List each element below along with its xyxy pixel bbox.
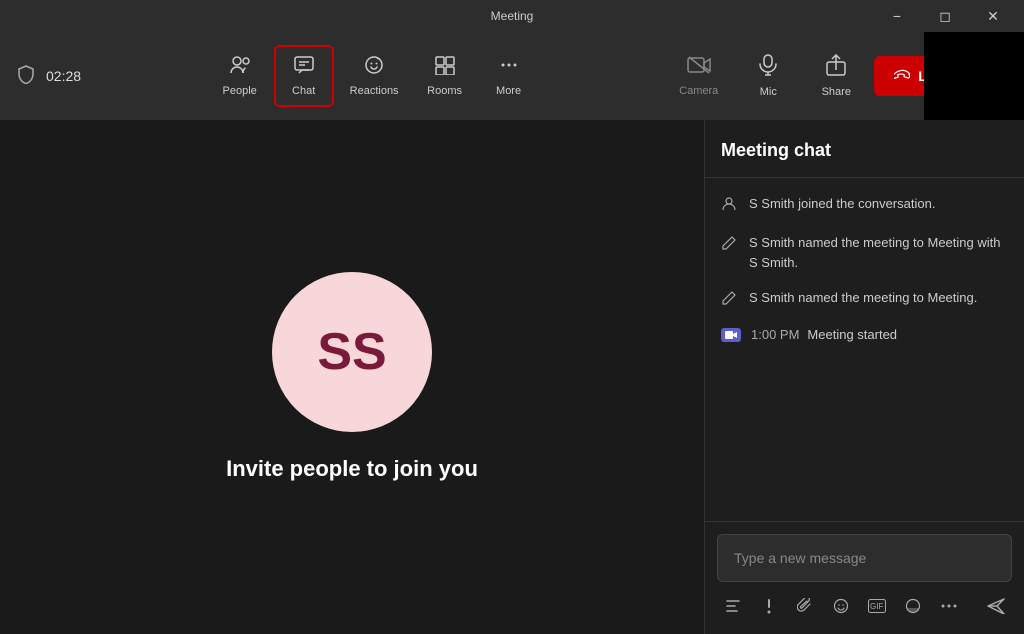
- title-bar: Meeting − ◻ ✕: [0, 0, 1024, 32]
- maximize-button[interactable]: ◻: [922, 0, 968, 32]
- chat-event-rename2: S Smith named the meeting to Meeting.: [721, 288, 1008, 311]
- pencil-icon-1: [721, 235, 737, 256]
- nav-rooms[interactable]: Rooms: [415, 47, 475, 105]
- share-label: Share: [822, 86, 851, 98]
- nav-chat[interactable]: Chat: [274, 45, 334, 107]
- format-text-button[interactable]: [717, 590, 749, 622]
- camera-button[interactable]: Camera: [667, 47, 730, 105]
- rename1-message: S Smith named the meeting to Meeting wit…: [749, 233, 1008, 272]
- people-icon: [229, 55, 251, 81]
- person-icon: [721, 196, 737, 217]
- nav-people[interactable]: People: [210, 47, 270, 105]
- pencil-icon-2: [721, 290, 737, 311]
- invite-text: Invite people to join you: [226, 456, 478, 482]
- mic-label: Mic: [760, 86, 777, 98]
- important-button[interactable]: [753, 590, 785, 622]
- attach-button[interactable]: [789, 590, 821, 622]
- reactions-icon: [363, 55, 385, 81]
- gif-button[interactable]: GIF: [861, 590, 893, 622]
- people-label: People: [223, 85, 257, 97]
- close-button[interactable]: ✕: [970, 0, 1016, 32]
- join-message: S Smith joined the conversation.: [749, 194, 935, 214]
- emoji-button[interactable]: [825, 590, 857, 622]
- chat-event-join: S Smith joined the conversation.: [721, 194, 1008, 217]
- camera-icon: [687, 55, 711, 81]
- toolbar-icon-group: GIF: [717, 590, 965, 622]
- input-toolbar: GIF: [717, 582, 1012, 622]
- meeting-started-text: 1:00 PM Meeting started: [751, 327, 897, 342]
- chat-panel: Meeting chat S Smith joined the conversa…: [704, 120, 1024, 634]
- sticker-button[interactable]: [897, 590, 929, 622]
- share-icon: [826, 54, 846, 82]
- mic-button[interactable]: Mic: [738, 46, 798, 106]
- timer-display: 02:28: [46, 68, 81, 84]
- toolbar: 02:28 People: [0, 32, 1024, 120]
- chat-event-started: 1:00 PM Meeting started: [721, 327, 1008, 342]
- meeting-time: 1:00 PM: [751, 327, 799, 342]
- svg-text:GIF: GIF: [870, 602, 883, 611]
- rooms-icon: [434, 55, 456, 81]
- nav-more[interactable]: More: [479, 47, 539, 105]
- shield-icon: [16, 64, 36, 89]
- avatar-initials: SS: [317, 322, 386, 382]
- chat-icon: [293, 55, 315, 81]
- timer-section: 02:28: [16, 64, 81, 89]
- black-video-area: [924, 32, 1024, 120]
- send-button[interactable]: [980, 590, 1012, 622]
- more-icon: [498, 55, 520, 81]
- mic-icon: [759, 54, 777, 82]
- rename2-message: S Smith named the meeting to Meeting.: [749, 288, 977, 308]
- chat-title: Meeting chat: [721, 140, 1008, 161]
- reactions-label: Reactions: [350, 85, 399, 97]
- more-options-button[interactable]: [933, 590, 965, 622]
- video-area: SS Invite people to join you: [0, 120, 704, 634]
- message-input[interactable]: [717, 534, 1012, 582]
- chat-messages: S Smith joined the conversation. S Smith…: [705, 178, 1024, 521]
- nav-items: People Chat: [210, 45, 539, 107]
- chat-header: Meeting chat: [705, 120, 1024, 178]
- phone-icon: [894, 68, 910, 84]
- avatar: SS: [272, 272, 432, 432]
- chat-input-area: GIF: [705, 521, 1024, 634]
- window-title: Meeting: [491, 9, 534, 23]
- video-camera-icon: [721, 328, 741, 342]
- meeting-started-label: Meeting started: [807, 327, 897, 342]
- camera-label: Camera: [679, 85, 718, 97]
- rooms-label: Rooms: [427, 85, 462, 97]
- chat-label: Chat: [292, 85, 315, 97]
- nav-reactions[interactable]: Reactions: [338, 47, 411, 105]
- chat-event-rename1: S Smith named the meeting to Meeting wit…: [721, 233, 1008, 272]
- more-label: More: [496, 85, 521, 97]
- minimize-button[interactable]: −: [874, 0, 920, 32]
- main-area: SS Invite people to join you Meeting cha…: [0, 120, 1024, 634]
- window-controls: − ◻ ✕: [874, 0, 1016, 32]
- share-button[interactable]: Share: [806, 46, 866, 106]
